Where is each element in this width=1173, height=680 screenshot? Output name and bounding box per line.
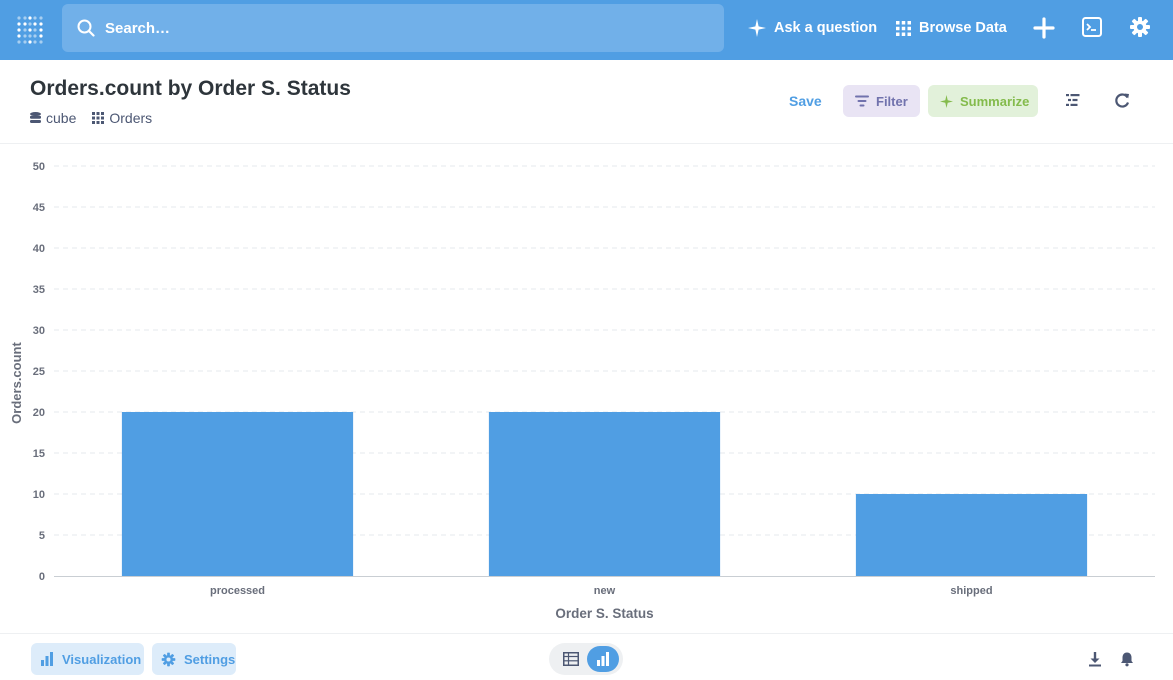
y-tick-label: 10	[33, 489, 45, 501]
bell-icon[interactable]	[1119, 651, 1135, 667]
y-tick-label: 40	[33, 243, 45, 255]
y-axis-title: Orders.count	[9, 342, 24, 424]
x-tick-label: shipped	[950, 585, 992, 597]
y-tick-label: 0	[39, 571, 45, 583]
notebook-editor-icon[interactable]	[1065, 92, 1083, 110]
search-input[interactable]	[103, 18, 707, 38]
bar-processed[interactable]	[121, 412, 354, 576]
bar-shipped[interactable]	[855, 494, 1088, 576]
y-tick-label: 30	[33, 325, 45, 337]
gear-icon[interactable]	[1129, 16, 1153, 40]
settings-label: Settings	[184, 651, 236, 667]
y-tick-label: 45	[33, 202, 45, 214]
y-tick-label: 20	[33, 407, 45, 419]
table-view-toggle[interactable]	[555, 646, 587, 672]
x-tick-label: processed	[210, 585, 265, 597]
sparkle-icon	[940, 94, 953, 108]
y-tick-label: 15	[33, 448, 45, 460]
y-tick-label: 35	[33, 284, 45, 296]
gear-icon	[161, 652, 176, 666]
sparkle-icon	[748, 19, 766, 37]
chart-view-toggle[interactable]	[587, 646, 619, 672]
breadcrumb-table-label: Orders	[109, 110, 153, 126]
breadcrumb-database[interactable]: cube	[30, 110, 76, 126]
add-icon[interactable]	[1032, 16, 1056, 40]
breadcrumb-database-label: cube	[46, 110, 77, 126]
search-icon	[77, 19, 95, 37]
save-button[interactable]: Save	[789, 93, 822, 109]
page-title: Orders.count by Order S. Status	[30, 77, 351, 100]
filter-label: Filter	[876, 93, 908, 109]
visualization-label: Visualization	[62, 651, 142, 667]
breadcrumb-table[interactable]: Orders	[92, 110, 152, 126]
download-icon[interactable]	[1087, 651, 1103, 667]
filter-button[interactable]: Filter	[843, 85, 920, 117]
top-nav: Ask a question Browse Data	[0, 0, 1173, 60]
database-icon	[30, 111, 41, 123]
settings-button[interactable]: Settings	[152, 643, 236, 675]
question-header: Orders.count by Order S. Status cube Ord…	[0, 60, 1173, 144]
ask-question-button[interactable]: Ask a question	[748, 14, 877, 42]
y-tick-label: 25	[33, 366, 45, 378]
search-bar[interactable]	[62, 4, 724, 52]
summarize-label: Summarize	[960, 93, 1030, 109]
breadcrumb: cube Orders	[30, 110, 168, 126]
x-axis-title: Order S. Status	[555, 606, 653, 621]
bar-chart-icon	[41, 652, 53, 666]
browse-data-button[interactable]: Browse Data	[896, 14, 1007, 42]
y-tick-label: 50	[33, 161, 45, 173]
refresh-icon[interactable]	[1114, 92, 1132, 110]
bar-chart-icon	[597, 652, 609, 666]
grid-icon	[896, 20, 911, 36]
sql-editor-icon[interactable]	[1081, 16, 1105, 40]
table-grid-icon	[92, 112, 105, 124]
summarize-button[interactable]: Summarize	[928, 85, 1038, 117]
metabase-logo-icon[interactable]	[16, 14, 44, 46]
x-tick-label: new	[594, 585, 616, 597]
filter-icon	[855, 95, 869, 107]
bar-chart: 0 5 10 15 20 25 30 35 40 45 50 processed new shipped O…	[0, 143, 1173, 633]
chart-svg: 0 5 10 15 20 25 30 35 40 45 50 processed new shipped O…	[9, 161, 1155, 621]
browse-data-label: Browse Data	[919, 20, 1007, 36]
footer-bar: Visualization Settings	[0, 633, 1173, 680]
visualization-button[interactable]: Visualization	[31, 643, 144, 675]
view-toggle	[549, 643, 623, 675]
y-tick-label: 5	[39, 530, 45, 542]
bar-new[interactable]	[488, 412, 721, 576]
table-icon	[563, 652, 579, 666]
ask-question-label: Ask a question	[774, 20, 878, 36]
